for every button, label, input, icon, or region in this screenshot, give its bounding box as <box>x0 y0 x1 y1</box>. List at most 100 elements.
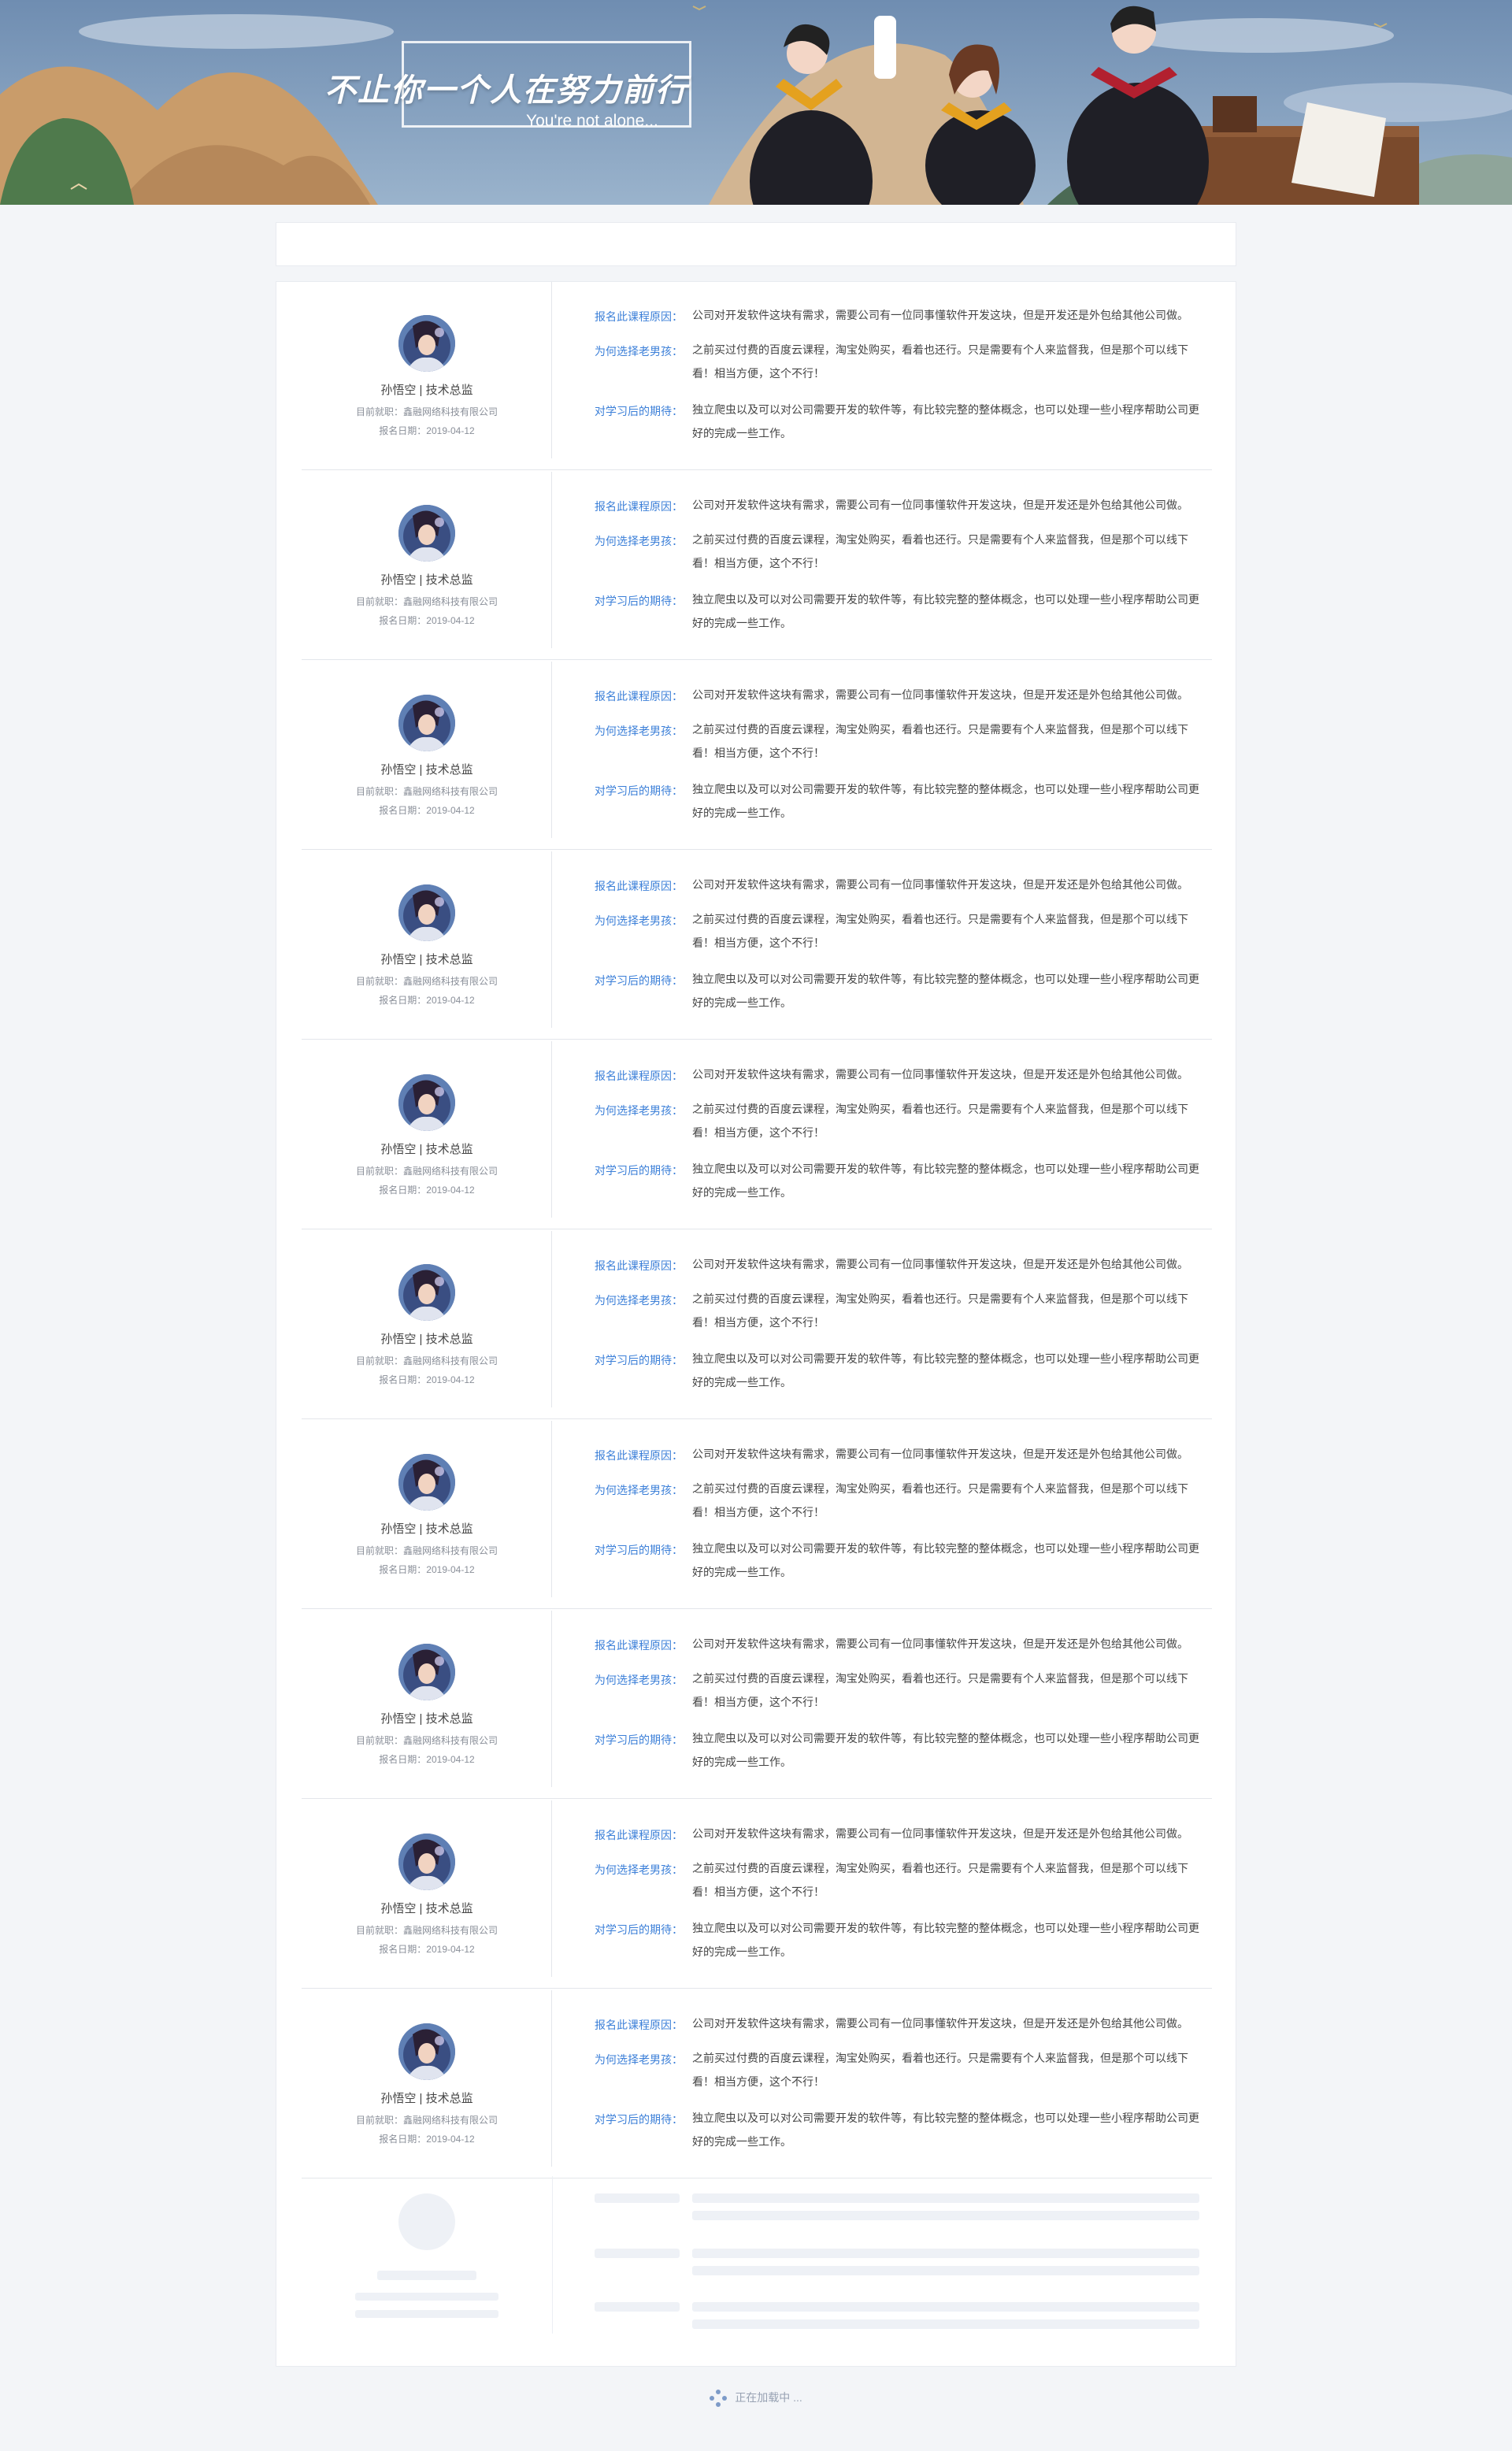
skeleton-line <box>692 2193 1199 2203</box>
signup-date: 报名日期：2019-04-12 <box>379 425 475 436</box>
student-company: 目前就职：鑫融网络科技有限公司 <box>355 1166 498 1177</box>
student-name: 孙悟空 | 技术总监 <box>380 763 473 777</box>
banner-subtitle: You're not alone... <box>526 112 658 130</box>
testimonial-item: 孙悟空 | 技术总监 目前就职：鑫融网络科技有限公司 报名日期：2019-04-… <box>302 1611 1212 1799</box>
qa-label: 报名此课程原因： <box>595 1639 683 1652</box>
testimonial-item: 孙悟空 | 技术总监 目前就职：鑫融网络科技有限公司 报名日期：2019-04-… <box>302 662 1212 850</box>
qa-label: 对学习后的期待： <box>595 1544 683 1556</box>
qa-label: 对学习后的期待： <box>595 784 683 797</box>
testimonial-item: 孙悟空 | 技术总监 目前就职：鑫融网络科技有限公司 报名日期：2019-04-… <box>302 1041 1212 1229</box>
qa-answer: 之前买过付费的百度云课程，淘宝处购买，看着也还行。只是需要有个人来监督我，但是那… <box>692 1862 1188 1898</box>
testimonial-item: 孙悟空 | 技术总监 目前就职：鑫融网络科技有限公司 报名日期：2019-04-… <box>302 282 1212 470</box>
qa-label: 为何选择老男孩： <box>595 1674 683 1686</box>
qa-label: 报名此课程原因： <box>595 310 683 323</box>
qa-label: 为何选择老男孩： <box>595 1484 683 1496</box>
skeleton-line <box>355 2310 498 2318</box>
student-name: 孙悟空 | 技术总监 <box>380 1143 473 1156</box>
student-name: 孙悟空 | 技术总监 <box>380 1712 473 1726</box>
qa-answer: 之前买过付费的百度云课程，淘宝处购买，看着也还行。只是需要有个人来监督我，但是那… <box>692 343 1188 380</box>
avatar[interactable] <box>398 1454 455 1511</box>
signup-date: 报名日期：2019-04-12 <box>379 1564 475 1575</box>
student-profile: 孙悟空 | 技术总监 目前就职：鑫融网络科技有限公司 报名日期：2019-04-… <box>302 282 552 458</box>
student-profile: 孙悟空 | 技术总监 目前就职：鑫融网络科技有限公司 报名日期：2019-04-… <box>302 1611 552 1787</box>
signup-date: 报名日期：2019-04-12 <box>379 615 475 626</box>
qa-label: 报名此课程原因： <box>595 690 683 703</box>
qa-answer: 之前买过付费的百度云课程，淘宝处购买，看着也还行。只是需要有个人来监督我，但是那… <box>692 1482 1188 1518</box>
testimonial-item: 孙悟空 | 技术总监 目前就职：鑫融网络科技有限公司 报名日期：2019-04-… <box>302 851 1212 1040</box>
avatar[interactable] <box>398 1834 455 1890</box>
qa-answer: 独立爬虫以及可以对公司需要开发的软件等，有比较完整的整体概念，也可以处理一些小程… <box>692 1162 1199 1199</box>
skeleton-line <box>692 2302 1199 2312</box>
qa-label: 报名此课程原因： <box>595 1829 683 1841</box>
avatar[interactable] <box>398 1074 455 1131</box>
student-profile: 孙悟空 | 技术总监 目前就职：鑫融网络科技有限公司 报名日期：2019-04-… <box>302 1231 552 1407</box>
signup-date: 报名日期：2019-04-12 <box>379 1754 475 1765</box>
qa-answer: 独立爬虫以及可以对公司需要开发的软件等，有比较完整的整体概念，也可以处理一些小程… <box>692 403 1199 439</box>
testimonial-item: 孙悟空 | 技术总监 目前就职：鑫融网络科技有限公司 报名日期：2019-04-… <box>302 472 1212 660</box>
qa-answer: 公司对开发软件这块有需求，需要公司有一位同事懂软件开发这块，但是开发还是外包给其… <box>692 688 1188 701</box>
qa-label: 对学习后的期待： <box>595 595 683 607</box>
student-company: 目前就职：鑫融网络科技有限公司 <box>355 786 498 797</box>
qa-answer: 公司对开发软件这块有需求，需要公司有一位同事懂软件开发这块，但是开发还是外包给其… <box>692 1448 1188 1460</box>
filter-bar[interactable] <box>276 222 1236 266</box>
skeleton-line <box>692 2249 1199 2258</box>
student-company: 目前就职：鑫融网络科技有限公司 <box>355 1545 498 1556</box>
avatar[interactable] <box>398 505 455 562</box>
qa-answer: 公司对开发软件这块有需求，需要公司有一位同事懂软件开发这块，但是开发还是外包给其… <box>692 1258 1188 1270</box>
skeleton-line <box>355 2293 498 2301</box>
student-name: 孙悟空 | 技术总监 <box>380 384 473 397</box>
signup-date: 报名日期：2019-04-12 <box>379 1185 475 1196</box>
skeleton-line <box>377 2271 476 2280</box>
avatar[interactable] <box>398 884 455 941</box>
avatar[interactable] <box>398 1264 455 1321</box>
qa-label: 报名此课程原因： <box>595 1449 683 1462</box>
signup-date: 报名日期：2019-04-12 <box>379 1374 475 1385</box>
qa-label: 对学习后的期待： <box>595 1354 683 1366</box>
skeleton-line <box>692 2319 1199 2329</box>
qa-label: 对学习后的期待： <box>595 2113 683 2126</box>
skeleton-line <box>692 2266 1199 2275</box>
qa-answer: 独立爬虫以及可以对公司需要开发的软件等，有比较完整的整体概念，也可以处理一些小程… <box>692 1542 1199 1578</box>
qa-label: 为何选择老男孩： <box>595 725 683 737</box>
qa-answer: 公司对开发软件这块有需求，需要公司有一位同事懂软件开发这块，但是开发还是外包给其… <box>692 878 1188 891</box>
testimonial-item: 孙悟空 | 技术总监 目前就职：鑫融网络科技有限公司 报名日期：2019-04-… <box>302 1990 1212 2178</box>
skeleton-avatar <box>398 2193 455 2250</box>
avatar[interactable] <box>398 695 455 751</box>
qa-answer: 独立爬虫以及可以对公司需要开发的软件等，有比较完整的整体概念，也可以处理一些小程… <box>692 1732 1199 1768</box>
qa-label: 对学习后的期待： <box>595 1733 683 1746</box>
signup-date: 报名日期：2019-04-12 <box>379 2134 475 2145</box>
qa-answer: 独立爬虫以及可以对公司需要开发的软件等，有比较完整的整体概念，也可以处理一些小程… <box>692 973 1199 1009</box>
student-profile: 孙悟空 | 技术总监 目前就职：鑫融网络科技有限公司 报名日期：2019-04-… <box>302 662 552 838</box>
avatar[interactable] <box>398 2023 455 2080</box>
avatar[interactable] <box>398 315 455 372</box>
student-company: 目前就职：鑫融网络科技有限公司 <box>355 596 498 607</box>
qa-answer: 独立爬虫以及可以对公司需要开发的软件等，有比较完整的整体概念，也可以处理一些小程… <box>692 1922 1199 1958</box>
signup-date: 报名日期：2019-04-12 <box>379 1944 475 1955</box>
qa-label: 报名此课程原因： <box>595 500 683 513</box>
student-company: 目前就职：鑫融网络科技有限公司 <box>355 1735 498 1746</box>
student-name: 孙悟空 | 技术总监 <box>380 1902 473 1915</box>
skeleton-placeholder <box>302 2176 1212 2354</box>
student-profile: 孙悟空 | 技术总监 目前就职：鑫融网络科技有限公司 报名日期：2019-04-… <box>302 1990 552 2167</box>
student-company: 目前就职：鑫融网络科技有限公司 <box>355 406 498 417</box>
student-company: 目前就职：鑫融网络科技有限公司 <box>355 2115 498 2126</box>
avatar[interactable] <box>398 1644 455 1700</box>
banner-illustration <box>0 0 1512 205</box>
testimonial-item: 孙悟空 | 技术总监 目前就职：鑫融网络科技有限公司 报名日期：2019-04-… <box>302 1231 1212 1419</box>
qa-label: 报名此课程原因： <box>595 1070 683 1082</box>
student-profile: 孙悟空 | 技术总监 目前就职：鑫融网络科技有限公司 报名日期：2019-04-… <box>302 851 552 1028</box>
qa-label: 为何选择老男孩： <box>595 914 683 927</box>
student-name: 孙悟空 | 技术总监 <box>380 1333 473 1346</box>
qa-answer: 独立爬虫以及可以对公司需要开发的软件等，有比较完整的整体概念，也可以处理一些小程… <box>692 2112 1199 2148</box>
student-profile: 孙悟空 | 技术总监 目前就职：鑫融网络科技有限公司 报名日期：2019-04-… <box>302 1421 552 1597</box>
qa-answer: 独立爬虫以及可以对公司需要开发的软件等，有比较完整的整体概念，也可以处理一些小程… <box>692 783 1199 819</box>
qa-answer: 之前买过付费的百度云课程，淘宝处购买，看着也还行。只是需要有个人来监督我，但是那… <box>692 723 1188 759</box>
student-profile: 孙悟空 | 技术总监 目前就职：鑫融网络科技有限公司 报名日期：2019-04-… <box>302 1041 552 1218</box>
student-name: 孙悟空 | 技术总监 <box>380 1522 473 1536</box>
qa-label: 对学习后的期待： <box>595 405 683 417</box>
qa-label: 对学习后的期待： <box>595 1164 683 1177</box>
qa-answer: 公司对开发软件这块有需求，需要公司有一位同事懂软件开发这块，但是开发还是外包给其… <box>692 1068 1188 1081</box>
qa-answer: 公司对开发软件这块有需求，需要公司有一位同事懂软件开发这块，但是开发还是外包给其… <box>692 1637 1188 1650</box>
qa-answer: 之前买过付费的百度云课程，淘宝处购买，看着也还行。只是需要有个人来监督我，但是那… <box>692 913 1188 949</box>
signup-date: 报名日期：2019-04-12 <box>379 805 475 816</box>
